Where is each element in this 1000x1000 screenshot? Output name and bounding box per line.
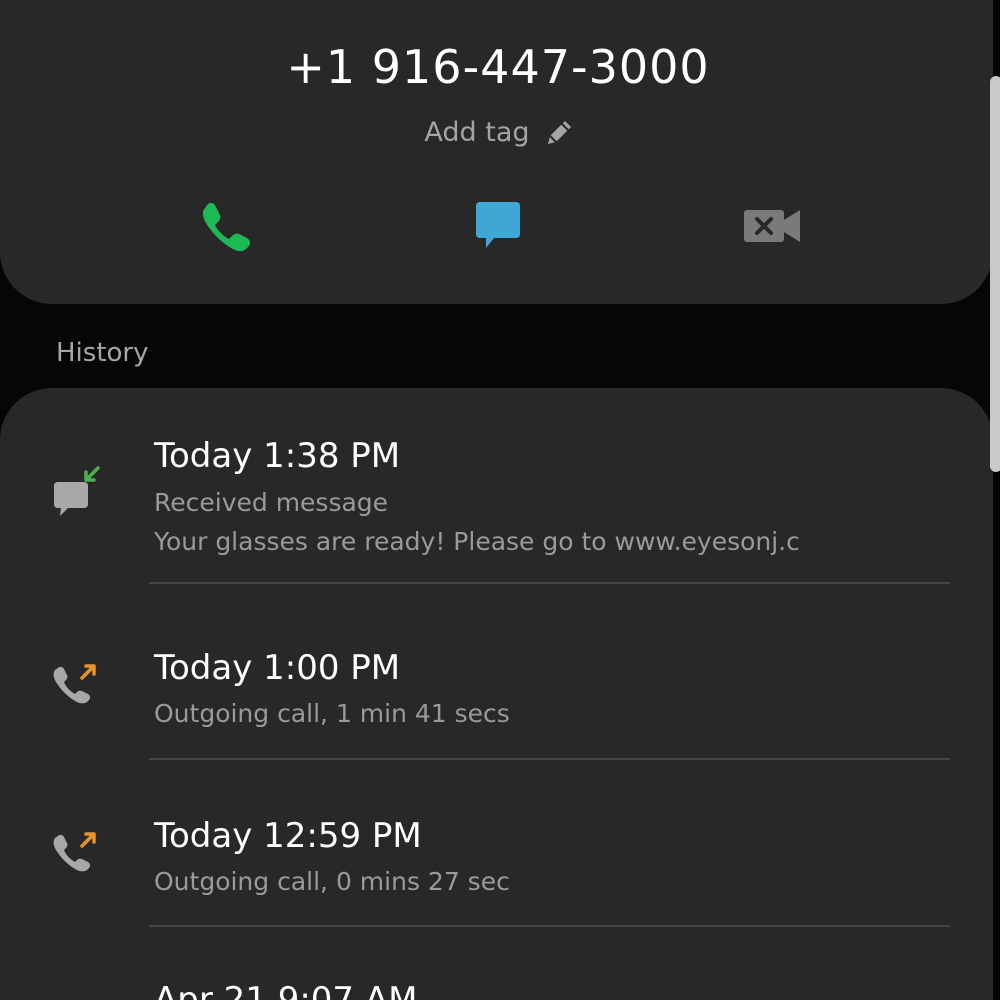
history-item-call[interactable]: Today 1:00 PM Outgoing call, 1 min 41 se…: [0, 634, 993, 758]
outgoing-call-icon: [46, 824, 110, 884]
message-button[interactable]: [468, 196, 528, 256]
add-tag-label: Add tag: [424, 116, 530, 148]
history-item-type: Outgoing call, 1 min 41 secs: [154, 699, 510, 728]
scrollbar[interactable]: [990, 76, 1000, 472]
message-preview: Your glasses are ready! Please go to www…: [154, 527, 800, 556]
video-call-button[interactable]: [742, 196, 802, 256]
history-section-label: History: [56, 338, 149, 368]
call-button[interactable]: [196, 196, 256, 256]
video-call-disabled-icon: [744, 210, 800, 242]
history-item-type: Received message: [154, 488, 389, 517]
divider: [149, 925, 950, 927]
history-item-message[interactable]: Today 1:38 PM Received message Your glas…: [0, 420, 993, 586]
history-item[interactable]: Apr 21 9:07 AM: [0, 972, 993, 1000]
pencil-icon: [547, 121, 571, 144]
outgoing-call-icon: [46, 656, 110, 716]
history-item-type: Outgoing call, 0 mins 27 sec: [154, 867, 510, 896]
history-item-time: Today 12:59 PM: [154, 816, 422, 856]
divider: [149, 758, 950, 760]
history-item-time: Today 1:38 PM: [154, 436, 401, 476]
phone-number: +1 916-447-3000: [286, 40, 710, 94]
phone-icon: [202, 203, 251, 252]
add-tag-button[interactable]: Add tag: [0, 116, 1000, 148]
contact-detail-screen: +1 916-447-3000 Add tag History Today 1:…: [0, 0, 1000, 1000]
history-item-call[interactable]: Today 12:59 PM Outgoing call, 0 mins 27 …: [0, 802, 993, 926]
history-item-time: Apr 21 9:07 AM: [154, 980, 418, 1000]
history-item-time: Today 1:00 PM: [154, 648, 401, 688]
message-bubble-icon: [476, 202, 520, 248]
divider: [149, 582, 950, 584]
received-message-icon: [46, 464, 110, 524]
